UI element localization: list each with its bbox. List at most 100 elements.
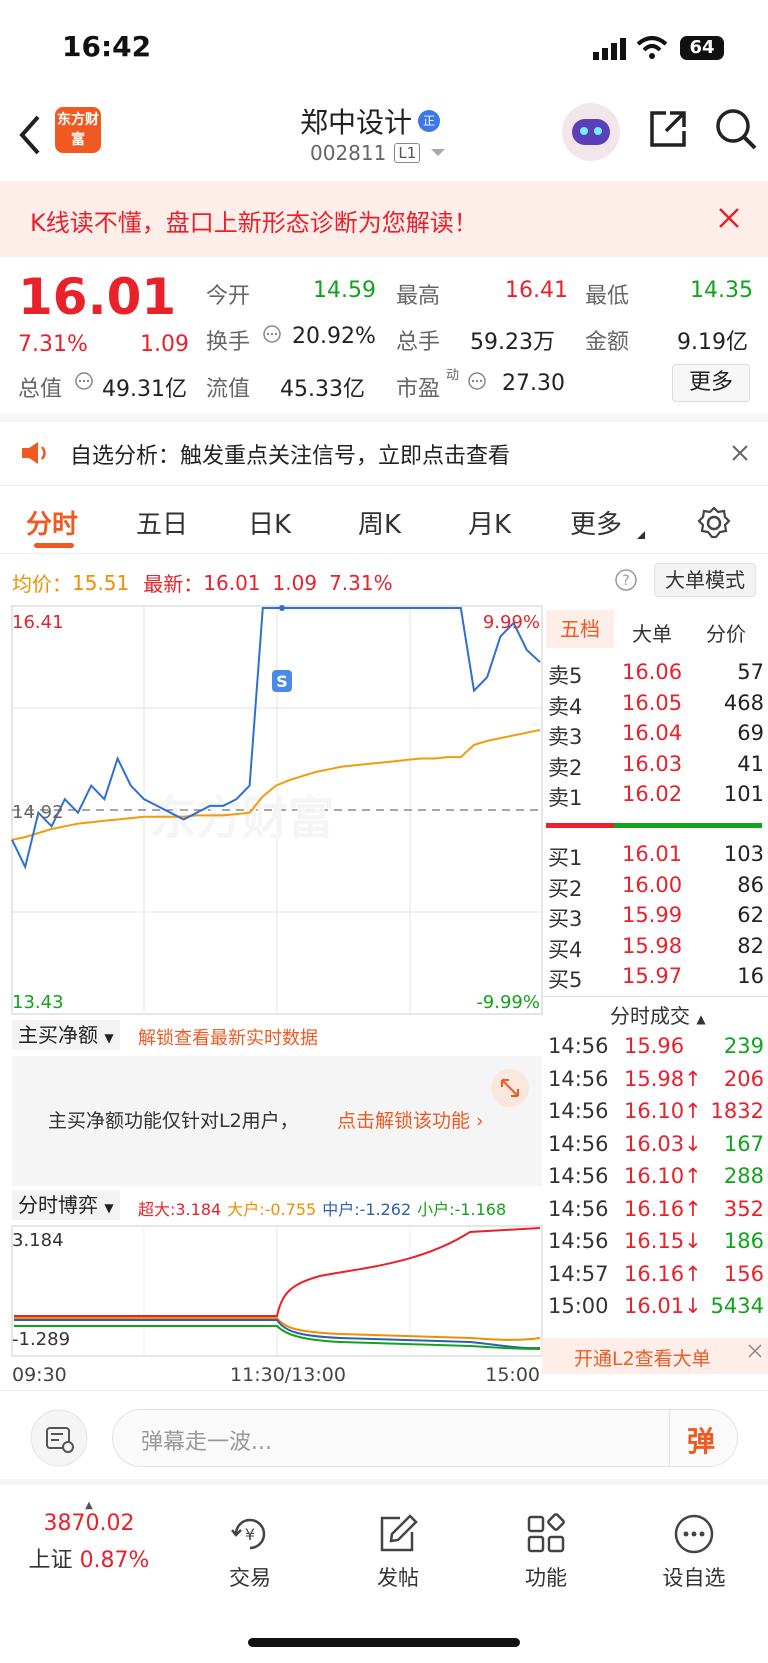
mainbuy-link[interactable]: 点击解锁该功能 › [337, 1106, 484, 1133]
info-icon[interactable] [262, 324, 282, 344]
more-button[interactable]: 更多 [672, 364, 750, 402]
pe-sup: 动 [446, 368, 460, 383]
nav-post[interactable]: 发帖 [338, 1512, 458, 1592]
tick-volume: 5434 [710, 1294, 764, 1318]
tick-time: 14:56 [548, 1229, 609, 1253]
asks-level-row[interactable]: 卖2 16.03 41 [542, 752, 764, 784]
last-value: 16.01 [203, 570, 261, 595]
asks-price: 16.04 [622, 721, 683, 745]
settings-icon[interactable] [697, 506, 731, 540]
asks-level-row[interactable]: 卖3 16.04 69 [542, 721, 764, 753]
tick-time: 14:56 [548, 1066, 609, 1091]
nav-add-watchlist[interactable]: 设自选 [634, 1512, 754, 1592]
tab-big-orders[interactable]: 大单 [632, 618, 672, 647]
stock-code-row[interactable]: 002811 L1 [310, 141, 446, 165]
svg-text:?: ? [622, 573, 629, 589]
tab-five-levels[interactable]: 五档 [546, 610, 614, 648]
tab-five-day[interactable]: 五日 [136, 504, 188, 541]
nav-functions[interactable]: 功能 [486, 1512, 606, 1592]
notice-bar[interactable]: 自选分析：触发重点关注信号，立即点击查看 [0, 414, 768, 486]
tab-weekly-k[interactable]: 周K [358, 504, 401, 541]
danmu-settings-icon[interactable] [30, 1409, 88, 1467]
bids-level-row[interactable]: 买3 15.99 62 [542, 903, 764, 935]
nav-add-watchlist-label: 设自选 [662, 1566, 726, 1590]
tick-volume: 352 [723, 1196, 764, 1221]
game-select[interactable]: 分时博弈 ▼ [12, 1190, 120, 1220]
danmu-icon[interactable]: 弹 [687, 1420, 715, 1460]
bottom-price-label: 13.43 [12, 992, 64, 1013]
comment-bar: 弹幕走一波... 弹 [0, 1390, 768, 1485]
tab-intraday[interactable]: 分时 [26, 504, 78, 541]
nav-trade[interactable]: ¥ 交易 [190, 1512, 310, 1592]
close-icon[interactable] [718, 207, 740, 229]
tick-row: 14:56 16.16↑ 352 [542, 1197, 764, 1231]
bids-level-row[interactable]: 买1 16.01 103 [542, 842, 764, 874]
bids-level-row[interactable]: 买4 15.98 82 [542, 934, 764, 966]
index-value: 3870.02 [43, 1511, 135, 1536]
time-label-open: 09:30 [12, 1364, 67, 1384]
bids-label: 买4 [548, 937, 583, 962]
promo-banner[interactable]: K线读不懂，盘口上新形态诊断为您解读！ [0, 181, 768, 257]
mainbuy-header: 主买净额 ▼ 解锁查看最新实时数据 [12, 1018, 542, 1054]
bids-volume: 86 [737, 872, 764, 897]
tab-more[interactable]: 更多 [570, 504, 622, 541]
asks-price: 16.06 [622, 660, 683, 684]
bids-volume: 82 [737, 933, 764, 958]
tick-price: 16.16↑ [624, 1261, 702, 1286]
tick-row: 14:56 16.10↑ 1832 [542, 1099, 764, 1133]
stock-title: 郑中设计 正 [300, 101, 441, 141]
bottom-pct-label: -9.99% [476, 992, 540, 1013]
expand-icon[interactable] [490, 1068, 530, 1108]
volume-value: 59.23万 [470, 330, 555, 355]
intraday-chart[interactable]: 东方财富 S 16.41 9.99% 14.92 13.43 -9.99% 3.… [0, 604, 544, 1384]
asks-level-row[interactable]: 卖5 16.06 57 [542, 660, 764, 692]
bids-level-row[interactable]: 买2 16.00 86 [542, 873, 764, 905]
big-order-mode-button[interactable]: 大单模式 [654, 563, 756, 597]
change-value: 1.09 [140, 332, 189, 357]
danmu-input[interactable]: 弹幕走一波... 弹 [112, 1409, 738, 1467]
close-icon[interactable] [731, 444, 749, 462]
info-icon[interactable] [74, 371, 94, 391]
tick-volume: 1832 [710, 1099, 764, 1123]
index-pct: 0.87% [79, 1548, 150, 1573]
bids-label: 买2 [548, 876, 583, 901]
watermark-text: 东方财富 [150, 791, 334, 845]
volume-label: 总手 [396, 330, 441, 355]
open-label: 今开 [206, 284, 251, 309]
dropdown-icon: ▼ [104, 1201, 114, 1215]
index-ticker[interactable]: ▲ 3870.02 上证 0.87% [0, 1500, 178, 1574]
stock-code: 002811 [310, 141, 387, 165]
asks-level-row[interactable]: 卖4 16.05 468 [542, 691, 764, 723]
close-icon[interactable] [748, 1344, 762, 1358]
search-icon[interactable] [714, 107, 758, 151]
tab-daily-k[interactable]: 日K [248, 504, 291, 541]
robot-assistant-icon[interactable] [562, 103, 620, 161]
mainbuy-unlock[interactable]: 解锁查看最新实时数据 [138, 1024, 318, 1050]
more-icon [674, 1514, 714, 1554]
bids-volume: 16 [737, 964, 764, 988]
trade-icon: ¥ [231, 1518, 266, 1550]
last-label: 最新： [143, 572, 204, 596]
help-icon[interactable]: ? [614, 568, 638, 592]
price-info-line: 均价： 15.51 最新： 16.01 1.09 7.31% ? 大单模式 [0, 556, 768, 606]
share-icon[interactable] [648, 109, 688, 149]
tick-row: 14:56 16.15↓ 186 [542, 1229, 764, 1263]
ticks-title[interactable]: 分时成交 ▲ [610, 1000, 706, 1029]
back-icon[interactable] [18, 115, 42, 155]
high-value: 16.41 [505, 278, 568, 303]
tick-price: 16.15↓ [624, 1229, 702, 1253]
tick-volume: 239 [723, 1034, 764, 1058]
asks-level-row[interactable]: 卖1 16.02 101 [542, 782, 764, 814]
bids-level-row[interactable]: 买5 15.97 16 [542, 964, 764, 996]
top-pct-label: 9.99% [483, 612, 540, 633]
quote-panel: 16.01 7.31% 1.09 今开 14.59 最高 16.41 最低 14… [0, 258, 768, 414]
time-label-mid: 11:30/13:00 [230, 1364, 346, 1384]
mainbuy-select[interactable]: 主买净额 ▼ [12, 1020, 120, 1050]
asks-volume: 69 [737, 721, 764, 745]
l2-promo[interactable]: 开通L2查看大单 [542, 1338, 768, 1374]
info-values: 均价： 15.51 最新： 16.01 1.09 7.31% [12, 568, 393, 597]
tab-monthly-k[interactable]: 月K [468, 504, 511, 541]
tick-price: 16.16↑ [624, 1196, 702, 1221]
tab-price-dist[interactable]: 分价 [706, 618, 746, 647]
info-icon[interactable] [467, 371, 487, 391]
